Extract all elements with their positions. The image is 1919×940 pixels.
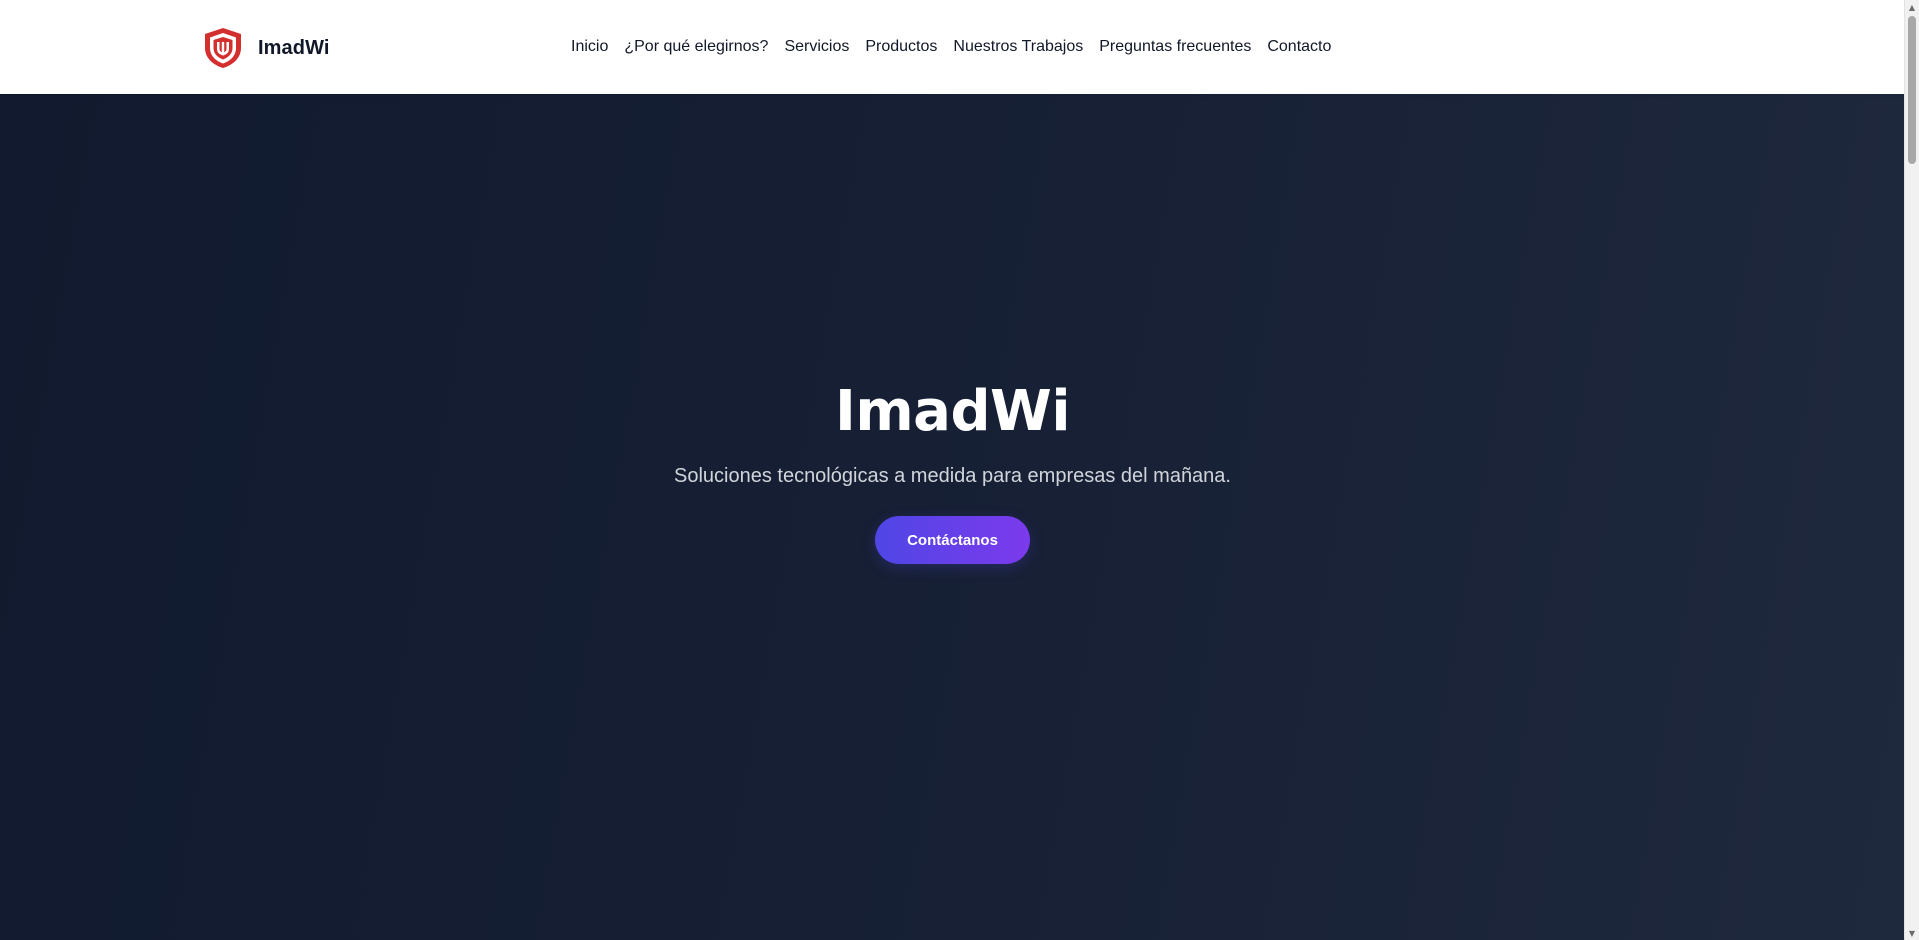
nav-item-nuestros-trabajos[interactable]: Nuestros Trabajos (953, 38, 1083, 56)
hero-section: ImadWi Soluciones tecnológicas a medida … (0, 94, 1905, 940)
scroll-down-arrow-icon[interactable]: ▼ (1905, 926, 1919, 940)
nav-item-por-que-elegirnos[interactable]: ¿Por qué elegirnos? (624, 38, 768, 56)
hero-title: ImadWi (834, 379, 1071, 444)
page-scrollbar[interactable]: ▲ ▼ (1904, 0, 1919, 940)
navbar: ImadWi Inicio ¿Por qué elegirnos? Servic… (0, 0, 1905, 94)
brand-link[interactable]: ImadWi (203, 27, 330, 69)
nav-item-preguntas-frecuentes[interactable]: Preguntas frecuentes (1099, 38, 1251, 56)
nav-item-productos[interactable]: Productos (865, 38, 937, 56)
scrollbar-thumb[interactable] (1908, 16, 1916, 164)
main-nav: Inicio ¿Por qué elegirnos? Servicios Pro… (571, 35, 1331, 59)
contact-button[interactable]: Contáctanos (875, 516, 1030, 564)
hero-subtitle: Soluciones tecnológicas a medida para em… (673, 465, 1231, 487)
scroll-up-arrow-icon[interactable]: ▲ (1905, 0, 1919, 14)
brand-name: ImadWi (258, 36, 330, 59)
shield-icon (205, 28, 241, 68)
nav-item-contacto[interactable]: Contacto (1267, 38, 1331, 56)
nav-item-servicios[interactable]: Servicios (784, 38, 849, 56)
page: ImadWi Inicio ¿Por qué elegirnos? Servic… (0, 0, 1919, 940)
nav-item-inicio[interactable]: Inicio (571, 38, 608, 56)
